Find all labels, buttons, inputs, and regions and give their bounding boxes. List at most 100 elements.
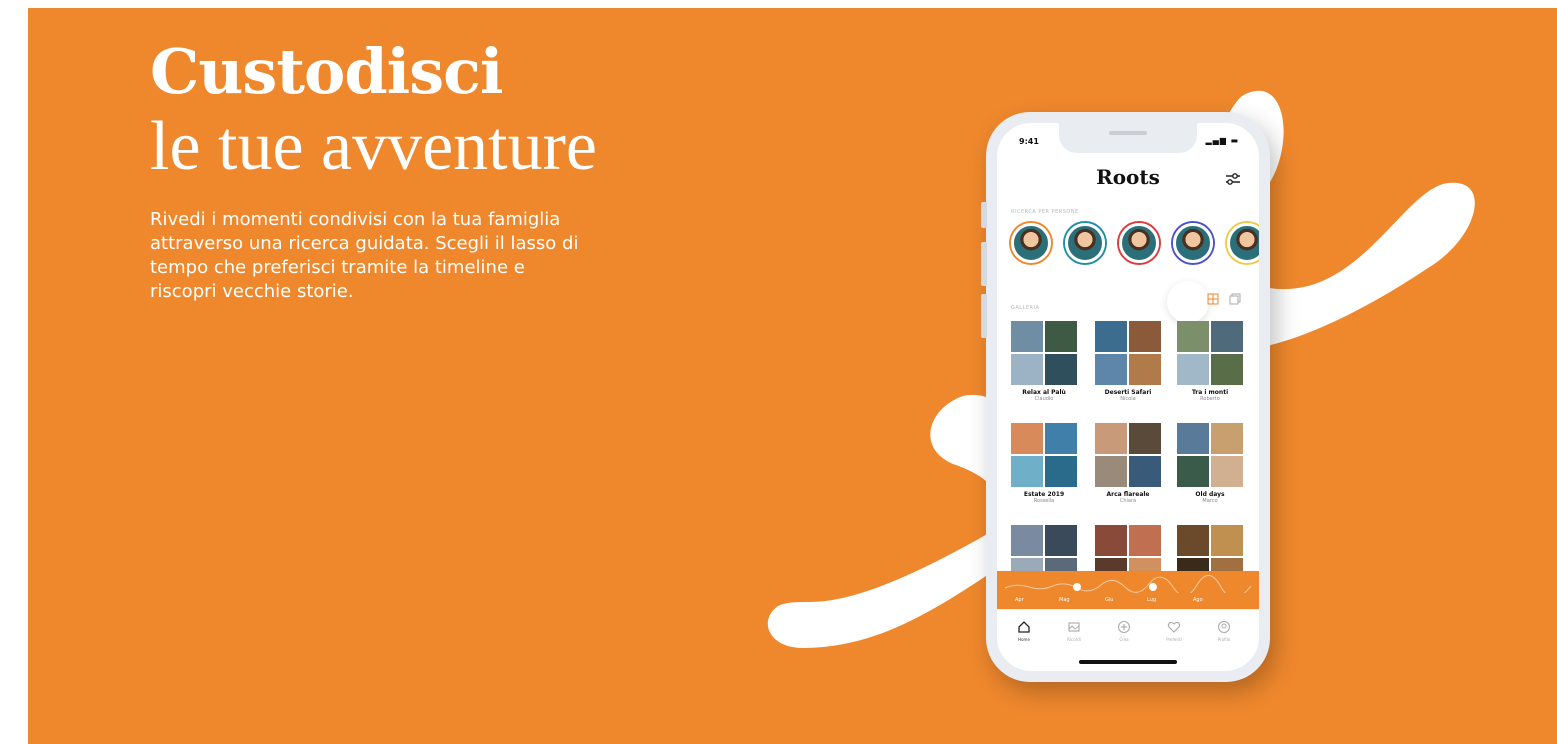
tab-label: Home: [1018, 637, 1030, 642]
album-card[interactable]: Arca flareale Chiara: [1095, 423, 1161, 504]
timeline-slider[interactable]: Apr Mag Giu Lug Ago: [997, 571, 1259, 609]
album-thumbnails: [1011, 423, 1077, 487]
album-card[interactable]: Old days Marco: [1177, 423, 1243, 504]
timeline-label: Giu: [1105, 597, 1114, 603]
tab-label: Preferiti: [1166, 637, 1182, 642]
album-photo: [1129, 456, 1161, 487]
person-avatar[interactable]: [1227, 223, 1259, 263]
status-icons: ▂▄▆ ▬: [1205, 136, 1239, 145]
phone-mockup: 9:41 ▂▄▆ ▬ Roots Ricerca per persone Gal…: [981, 112, 1270, 682]
album-photo: [1011, 525, 1043, 556]
stack-view-icon[interactable]: [1229, 293, 1241, 305]
album-photo: [1129, 321, 1161, 352]
phone-screen: 9:41 ▂▄▆ ▬ Roots Ricerca per persone Gal…: [997, 123, 1259, 671]
album-photo: [1211, 321, 1243, 352]
timeline-label: Apr: [1015, 597, 1024, 603]
body-line: Rivedi i momenti condivisi con la tua fa…: [150, 209, 561, 230]
headline-light: le tue avventure: [150, 108, 598, 185]
tab-label: Crea: [1119, 637, 1129, 642]
album-thumbnails: [1177, 321, 1243, 385]
tab-label: Profilo: [1217, 637, 1231, 642]
phone-side-button: [981, 202, 987, 228]
album-photo: [1011, 354, 1043, 385]
add-icon: [1117, 620, 1131, 634]
person-avatar[interactable]: [1011, 223, 1051, 263]
timeline-label: Mag: [1059, 597, 1070, 603]
phone-side-button: [981, 242, 987, 286]
hero-body-text: Rivedi i momenti condivisi con la tua fa…: [150, 208, 710, 304]
album-photo: [1211, 354, 1243, 385]
album-photo: [1095, 456, 1127, 487]
album-photo: [1177, 423, 1209, 454]
album-photo: [1177, 456, 1209, 487]
headline-strong: Custodisci: [150, 35, 503, 108]
person-avatar[interactable]: [1173, 223, 1213, 263]
gallery-icon: [1068, 622, 1080, 632]
album-photo: [1177, 525, 1209, 556]
album-thumbnails: [1095, 321, 1161, 385]
album-photo: [1129, 525, 1161, 556]
phone-side-button: [981, 294, 987, 338]
album-photo: [1211, 525, 1243, 556]
timeline-waveform: [1004, 575, 1252, 593]
profile-icon: [1217, 620, 1231, 634]
album-photo: [1011, 321, 1043, 352]
album-photo: [1095, 525, 1127, 556]
album-photo: [1177, 354, 1209, 385]
album-title: Arca flareale: [1106, 491, 1150, 498]
album-photo: [1129, 354, 1161, 385]
tab-crea[interactable]: Crea: [1107, 620, 1141, 642]
timeline-end-handle[interactable]: [1149, 583, 1157, 591]
album-owner: Rossella: [1033, 498, 1055, 504]
album-title: Tra i monti: [1191, 389, 1229, 396]
tab-ricordi[interactable]: Ricordi: [1057, 620, 1091, 642]
timeline-label: Lug: [1147, 597, 1157, 603]
person-avatar[interactable]: [1119, 223, 1159, 263]
album-title: Estate 2019: [1023, 491, 1065, 498]
timeline-label: Ago: [1193, 597, 1203, 603]
home-indicator: [1079, 660, 1177, 664]
body-line: tempo che preferisci tramite la timeline…: [150, 257, 525, 278]
body-line: riscopri vecchie storie.: [150, 281, 354, 302]
album-title: Relax al Palù: [1022, 389, 1066, 396]
album-owner: Roberto: [1200, 396, 1220, 402]
album-owner: Marco: [1202, 498, 1218, 504]
album-photo: [1011, 423, 1043, 454]
tab-bar: Home Ricordi Crea Preferiti Profilo: [997, 609, 1259, 660]
filter-icon[interactable]: [1223, 169, 1243, 189]
grid-view-icon[interactable]: [1207, 293, 1219, 305]
album-owner: Chiara: [1119, 498, 1137, 504]
album-photo: [1045, 423, 1077, 454]
album-card[interactable]: Estate 2019 Rossella: [1011, 423, 1077, 504]
album-owner: Claudio: [1034, 396, 1054, 402]
album-photo: [1177, 321, 1209, 352]
tab-label: Ricordi: [1067, 637, 1081, 642]
timeline-start-handle[interactable]: [1073, 583, 1081, 591]
album-thumbnails: [1095, 423, 1161, 487]
tab-home[interactable]: Home: [1007, 620, 1041, 642]
album-photo: [1211, 423, 1243, 454]
status-time: 9:41: [1019, 137, 1039, 146]
album-title: Old days: [1195, 491, 1225, 498]
home-icon: [1018, 621, 1030, 633]
album-photo: [1095, 423, 1127, 454]
album-owner: Nicola: [1120, 396, 1136, 402]
album-card[interactable]: Tra i monti Roberto: [1177, 321, 1243, 402]
gallery-section-label: Galleria: [1011, 305, 1040, 311]
album-photo: [1129, 423, 1161, 454]
album-title: Deserti Safari: [1104, 389, 1152, 396]
phone-notch: [1059, 123, 1197, 153]
page: Custodisci le tue avventure Rivedi i mom…: [0, 0, 1557, 744]
app-title: Roots: [1096, 165, 1160, 189]
album-card[interactable]: Relax al Palù Claudio: [1011, 321, 1077, 402]
album-thumbnails: [1177, 423, 1243, 487]
person-avatar[interactable]: [1065, 223, 1105, 263]
album-photo: [1045, 321, 1077, 352]
tab-preferiti[interactable]: Preferiti: [1157, 620, 1191, 642]
people-section-label: Ricerca per persone: [1011, 209, 1079, 215]
swoosh-bottom-arm: [767, 528, 998, 648]
album-card[interactable]: Deserti Safari Nicola: [1095, 321, 1161, 402]
hero-banner: Custodisci le tue avventure Rivedi i mom…: [28, 8, 1557, 744]
album-photo: [1095, 354, 1127, 385]
tab-profilo[interactable]: Profilo: [1207, 620, 1241, 642]
